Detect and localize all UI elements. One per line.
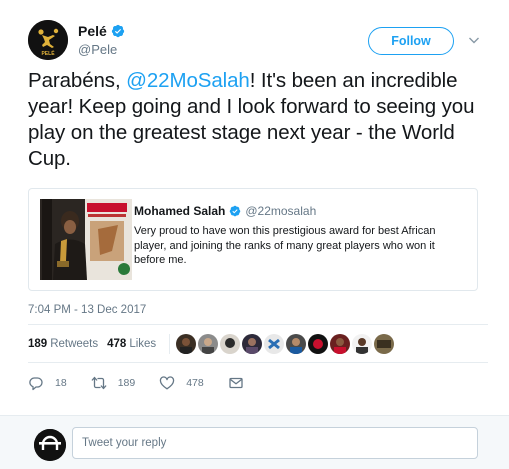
like-button[interactable]: 478 <box>159 375 204 391</box>
reply-icon <box>29 377 43 391</box>
tweet-stats: 189 Retweets 478 Likes <box>28 334 395 354</box>
reply-button[interactable]: 18 <box>28 375 67 391</box>
liker-avatar[interactable] <box>330 334 351 354</box>
tweet-header: PELÉ Pelé @Pele Follow <box>28 20 488 62</box>
chevron-down-icon[interactable] <box>468 34 480 46</box>
tweet-timestamp[interactable]: 7:04 PM - 13 Dec 2017 <box>28 304 146 316</box>
quoted-tweet-text: Very proud to have won this prestigious … <box>134 225 436 266</box>
liker-avatar[interactable] <box>352 334 373 354</box>
divider <box>28 324 488 325</box>
liker-avatar[interactable] <box>264 334 285 354</box>
like-count: 478 <box>186 377 204 389</box>
stats-divider <box>169 334 171 354</box>
author-handle[interactable]: @Pele <box>78 42 125 57</box>
liker-avatar[interactable] <box>176 334 197 354</box>
pele-logo: PELÉ <box>28 20 68 60</box>
quoted-tweet-photo[interactable] <box>40 199 132 280</box>
liker-avatar[interactable] <box>198 334 219 354</box>
retweet-icon <box>91 376 107 390</box>
reply-bar <box>0 415 509 469</box>
follow-button[interactable]: Follow <box>368 27 454 55</box>
author-display-name[interactable]: Pelé <box>78 23 107 39</box>
author-avatar[interactable]: PELÉ <box>28 20 68 60</box>
liker-avatar[interactable] <box>286 334 307 354</box>
mention-link[interactable]: @22MoSalah <box>126 69 250 92</box>
divider <box>28 362 488 363</box>
reply-count: 18 <box>55 377 67 389</box>
svg-text:PELÉ: PELÉ <box>41 49 55 57</box>
quoted-tweet-header: Mohamed Salah @22mosalah <box>134 204 316 218</box>
likes-label[interactable]: Likes <box>129 338 156 350</box>
liker-avatar[interactable] <box>220 334 241 354</box>
direct-message-button[interactable] <box>228 375 244 391</box>
reply-input[interactable] <box>72 427 478 459</box>
quoted-tweet[interactable]: Mohamed Salah @22mosalah Very proud to h… <box>28 188 478 291</box>
tweet-text: Parabéns, @22MoSalah! It's been an incre… <box>28 68 488 172</box>
retweet-button[interactable]: 189 <box>91 375 136 391</box>
liker-avatar[interactable] <box>308 334 329 354</box>
award-photo <box>40 199 132 280</box>
author-name-block: Pelé @Pele <box>78 23 125 57</box>
verified-badge-icon <box>230 205 241 217</box>
liker-avatar[interactable] <box>242 334 263 354</box>
retweets-count[interactable]: 189 <box>28 338 47 350</box>
user-avatar-icon <box>34 429 66 461</box>
current-user-avatar[interactable] <box>34 429 66 461</box>
like-heart-icon <box>160 376 175 390</box>
quoted-author-handle[interactable]: @22mosalah <box>245 204 316 218</box>
tweet-text-start: Parabéns, <box>28 69 127 92</box>
retweet-count: 189 <box>117 377 136 389</box>
likes-count[interactable]: 478 <box>107 338 126 350</box>
direct-message-icon <box>229 377 243 389</box>
quoted-author-name[interactable]: Mohamed Salah <box>134 204 225 218</box>
tweet-actions: 18 189 478 <box>28 374 268 392</box>
verified-badge-icon <box>111 24 124 38</box>
retweets-label[interactable]: Retweets <box>50 338 98 350</box>
liker-avatar[interactable] <box>374 334 395 354</box>
liker-avatars <box>176 334 395 354</box>
